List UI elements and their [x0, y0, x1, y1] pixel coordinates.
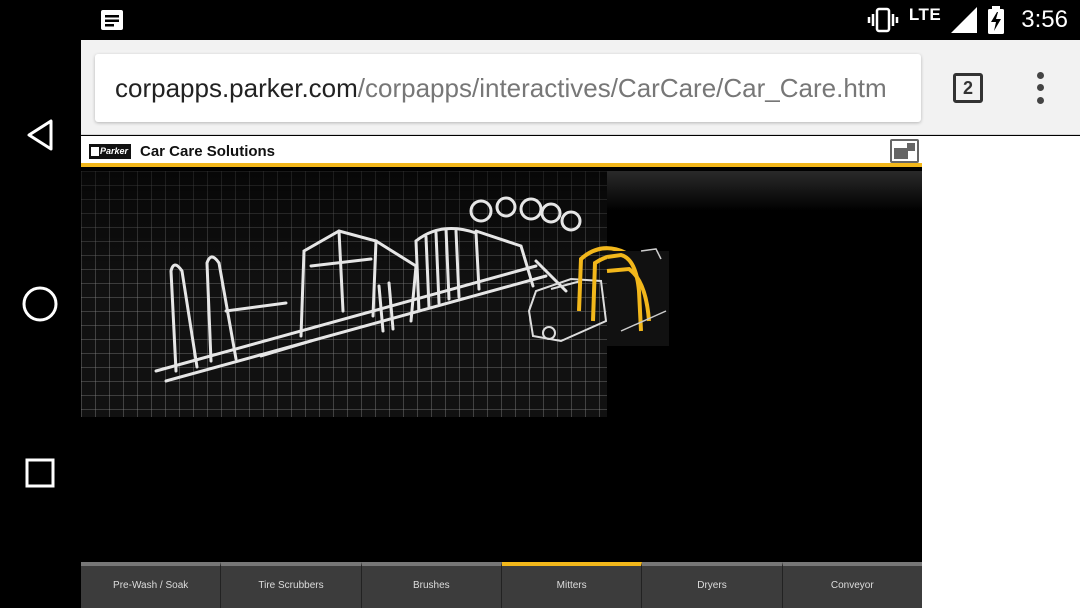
app-header: Parker Car Care Solutions: [81, 136, 922, 167]
url-path: /corpapps/interactives/CarCare/Car_Care.…: [357, 73, 887, 103]
screen: LTE 3:56 corpapps.parker.com/corpapps/in…: [0, 0, 1080, 608]
recents-icon: [25, 458, 55, 488]
overflow-menu-icon[interactable]: [1029, 70, 1053, 106]
vibrate-icon: [867, 7, 899, 33]
notification-icon: [101, 10, 123, 30]
network-type: LTE: [908, 5, 942, 24]
tab-conveyor[interactable]: Conveyor: [782, 562, 922, 608]
navigation-bar: [0, 40, 81, 608]
tab-pre-wash-soak[interactable]: Pre-Wash / Soak: [81, 562, 222, 608]
status-bar: LTE 3:56: [0, 0, 1080, 40]
web-page: Parker Car Care Solutions Pre-Wash / Soa…: [81, 136, 1080, 608]
section-tabs: Pre-Wash / Soak Tire Scrubbers Brushes M…: [81, 562, 922, 608]
logo-text: Parker: [100, 146, 129, 156]
parker-logo: Parker: [89, 144, 131, 159]
recents-button[interactable]: [20, 453, 60, 493]
battery-charging-icon: [988, 6, 1005, 34]
car-wash-scene: [81, 171, 669, 417]
tab-switcher-button[interactable]: 2: [953, 73, 983, 103]
tab-brushes[interactable]: Brushes: [361, 562, 502, 608]
url-bar[interactable]: corpapps.parker.com/corpapps/interactive…: [95, 54, 921, 122]
car-care-app: Parker Car Care Solutions Pre-Wash / Soa…: [81, 136, 922, 608]
url-host: corpapps.parker.com: [115, 73, 358, 103]
tab-mitters[interactable]: Mitters: [501, 562, 643, 608]
tab-dryers[interactable]: Dryers: [642, 562, 783, 608]
clock: 3:56: [1021, 6, 1068, 33]
page-title: Car Care Solutions: [140, 143, 276, 160]
home-button[interactable]: [20, 284, 60, 324]
signal-icon: [951, 7, 978, 33]
browser-toolbar: corpapps.parker.com/corpapps/interactive…: [81, 40, 1080, 135]
expand-icon[interactable]: [890, 139, 919, 163]
status-icons: LTE 3:56: [867, 0, 1068, 40]
back-icon: [27, 119, 53, 151]
tab-tire-scrubbers[interactable]: Tire Scrubbers: [221, 562, 362, 608]
home-icon: [22, 286, 58, 322]
back-button[interactable]: [20, 115, 60, 155]
